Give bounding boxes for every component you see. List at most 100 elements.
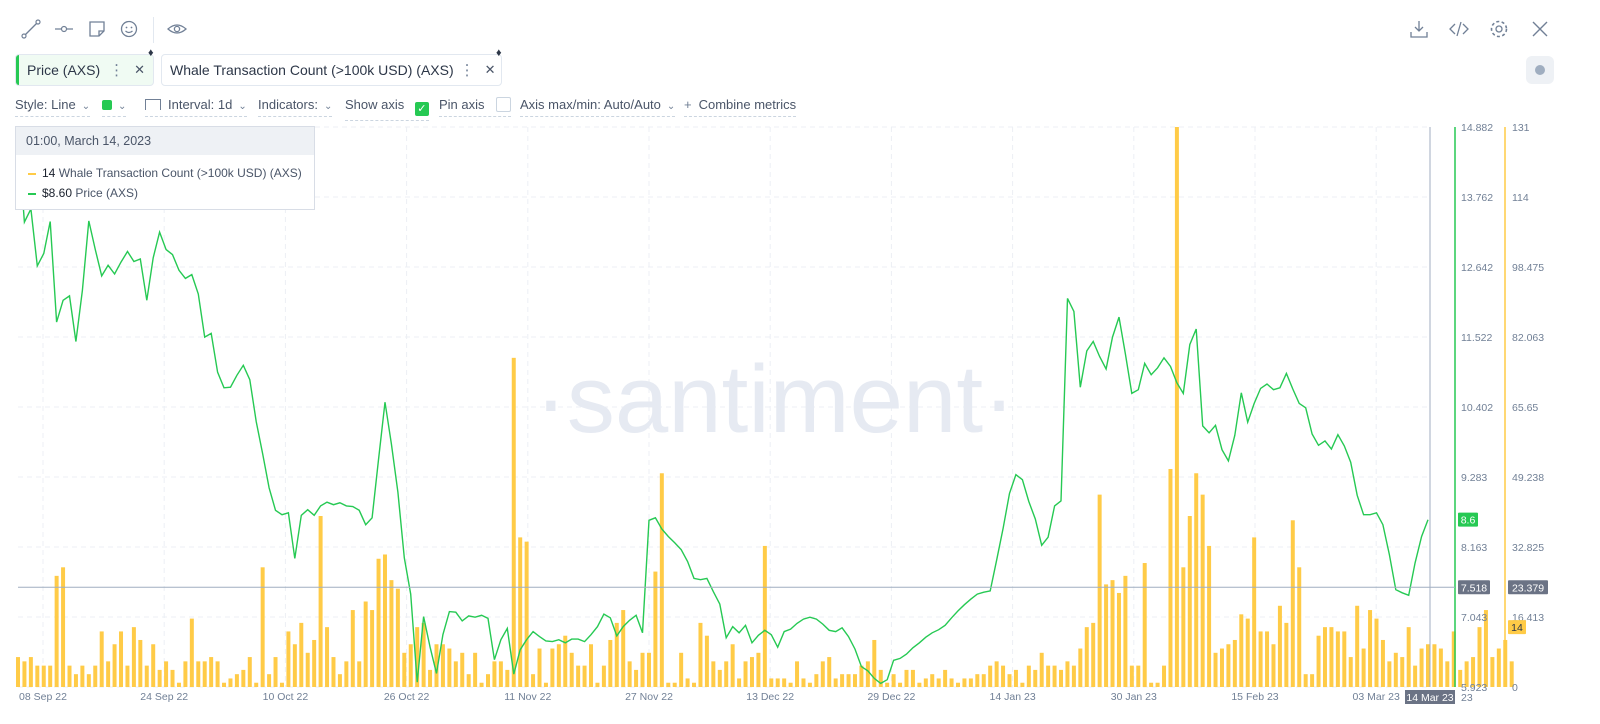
whale-bar <box>537 648 542 687</box>
whale-bar <box>968 678 973 687</box>
x-tick-label: 03 Mar 23 <box>1353 691 1400 703</box>
whale-bar <box>376 558 381 687</box>
whale-bar <box>1232 639 1237 687</box>
price-legend-marker <box>28 192 36 195</box>
whale-bar <box>222 682 227 687</box>
whale-bar <box>1155 682 1160 687</box>
whale-bar <box>756 652 761 687</box>
whale-bar <box>601 665 606 687</box>
whale-bar <box>61 567 66 687</box>
whale-bar <box>35 665 40 687</box>
price-tick-label: 14.882 <box>1461 122 1493 134</box>
whale-bar <box>1310 674 1315 687</box>
whale-bar <box>1271 644 1276 687</box>
whale-bar <box>267 674 272 687</box>
whale-bar <box>672 682 677 687</box>
whale-tick-label: 82.063 <box>1512 332 1544 344</box>
crosshair-price-badge: 7.518 <box>1461 582 1487 594</box>
whale-bar <box>176 682 181 687</box>
whale-bar <box>1303 674 1308 687</box>
whale-bar <box>917 682 922 687</box>
whale-tick-label: 49.238 <box>1512 472 1544 484</box>
whale-bar <box>1142 563 1147 687</box>
whale-bar <box>1496 648 1501 687</box>
whale-bar <box>1252 537 1257 687</box>
whale-bar <box>1136 665 1141 687</box>
whale-bar <box>164 661 169 687</box>
whale-bar <box>1355 605 1360 687</box>
whale-bar <box>1039 652 1044 687</box>
whale-bar <box>28 657 33 687</box>
whale-bar <box>1361 648 1366 687</box>
whale-bar <box>988 665 993 687</box>
whale-bar <box>1026 665 1031 687</box>
whale-bar <box>801 678 806 687</box>
whale-bar <box>1065 661 1070 687</box>
whale-bar <box>1245 618 1250 687</box>
whale-bar <box>1020 682 1025 687</box>
whale-bar <box>904 669 909 687</box>
whale-bar <box>762 545 767 687</box>
whale-bar <box>260 567 265 687</box>
x-tick-label: 29 Dec 22 <box>867 691 915 703</box>
whale-bar <box>685 678 690 687</box>
chart-canvas[interactable]: ·santiment· 14.882 13.762 12.642 11.522 10.4… <box>0 0 1600 724</box>
whale-bar <box>981 674 986 687</box>
whale-bar <box>1374 618 1379 687</box>
whale-bar <box>337 674 342 687</box>
whale-bar <box>1174 127 1179 687</box>
whale-bar <box>1277 605 1282 687</box>
whale-bar <box>460 652 465 687</box>
whale-bar <box>582 665 587 687</box>
whale-bar <box>466 674 471 687</box>
whale-bar <box>183 661 188 687</box>
whale-bar <box>479 682 484 687</box>
whale-bar <box>286 631 291 687</box>
whale-bar <box>318 516 323 687</box>
current-whale-badge: 14 <box>1511 622 1523 634</box>
whale-bar <box>621 610 626 687</box>
whale-bar <box>737 678 742 687</box>
x-tick-label: 14 Jan 23 <box>990 691 1036 703</box>
whale-bar <box>698 622 703 687</box>
whale-bar <box>724 661 729 687</box>
whale-bar <box>370 610 375 687</box>
whale-bar <box>1426 644 1430 687</box>
whale-bar <box>692 682 697 687</box>
whale-bar <box>1162 665 1167 687</box>
whale-bar <box>994 661 999 687</box>
whale-bar <box>453 661 458 687</box>
price-tick-label: 13.762 <box>1461 192 1493 204</box>
whale-bar <box>170 669 175 687</box>
whale-bar <box>711 661 716 687</box>
whale-bar <box>1490 657 1495 687</box>
tooltip-price-value: $8.60 <box>42 186 73 200</box>
whale-bar <box>936 678 941 687</box>
whale-bar <box>1078 648 1083 687</box>
whale-bar <box>576 665 581 687</box>
whale-bar <box>788 682 793 687</box>
whale-bar <box>775 678 780 687</box>
whale-bar <box>382 554 387 687</box>
whale-bar <box>99 631 104 687</box>
whale-bar <box>350 610 355 687</box>
whale-bar <box>962 678 967 687</box>
whale-tick-label: 98.475 <box>1512 262 1544 274</box>
whale-bar <box>363 601 368 687</box>
whale-bar <box>389 580 394 687</box>
whale-bar <box>1348 657 1353 687</box>
whale-bar <box>299 622 304 687</box>
whale-bar <box>1194 473 1199 687</box>
whale-bar <box>254 682 259 687</box>
whale-bar <box>846 674 851 687</box>
crosshair-date-suffix: 23 <box>1461 692 1473 704</box>
whale-bar <box>782 678 787 687</box>
whale-bar <box>1104 584 1109 687</box>
whale-bar <box>305 652 310 687</box>
whale-bar <box>608 639 613 687</box>
whale-bar <box>1071 665 1076 687</box>
whale-bar <box>1001 665 1006 687</box>
price-tick-label: 8.163 <box>1461 542 1487 554</box>
whale-bar <box>891 674 896 687</box>
whale-bar <box>325 627 330 687</box>
